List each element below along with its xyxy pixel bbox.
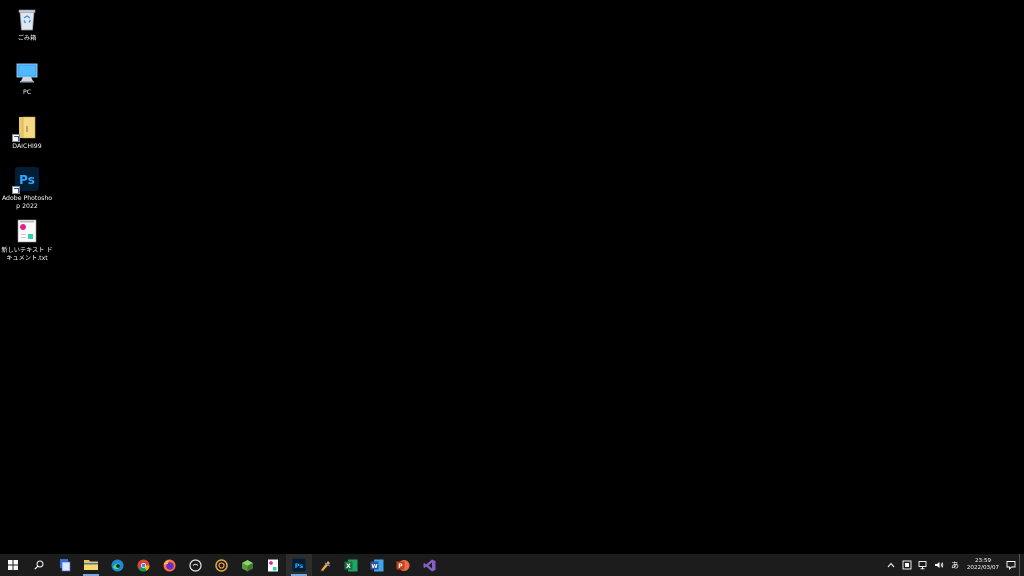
edge-browser-icon	[111, 559, 123, 571]
ime-mode-button[interactable]: あ	[947, 554, 963, 576]
start-button[interactable]	[0, 554, 26, 576]
volume-icon	[935, 562, 944, 568]
taskbar-file-explorer[interactable]	[78, 554, 104, 576]
clock-date: 2022/03/07	[966, 565, 1000, 571]
search-button[interactable]	[26, 554, 52, 576]
desktop-icon-label: PC	[22, 89, 32, 96]
powerpoint-logo-text: P	[398, 563, 403, 570]
volume-button[interactable]	[931, 554, 947, 576]
desktop-icon-daichi99[interactable]: DAICHI99	[0, 110, 54, 151]
taskbar: Ps X W P あ 23:59 2022/03/07	[0, 554, 1024, 576]
photoshop-icon: Ps	[292, 558, 306, 572]
document-app-icon	[268, 559, 278, 571]
taskbar-edge[interactable]	[104, 554, 130, 576]
taskbar-word[interactable]: W	[364, 554, 390, 576]
firefox-browser-icon	[163, 559, 175, 571]
network-icon	[918, 561, 927, 570]
text-document-icon	[14, 218, 40, 244]
taskbar-ring-app[interactable]	[208, 554, 234, 576]
photoshop-shortcut-icon: Ps	[12, 166, 40, 194]
excel-icon: X	[344, 559, 358, 571]
cube-app-icon	[241, 559, 253, 571]
folder-shortcut-icon	[12, 114, 40, 142]
taskbar-app-generic[interactable]	[52, 554, 78, 576]
chevron-up-icon	[887, 562, 895, 568]
taskbar-circle-app[interactable]	[182, 554, 208, 576]
clock-time: 23:59	[974, 558, 992, 564]
visual-studio-icon	[423, 559, 435, 571]
powerpoint-icon: P	[396, 559, 410, 571]
taskbar-excel[interactable]: X	[338, 554, 364, 576]
desktop-icon-label: DAICHI99	[12, 143, 42, 150]
desktop-icon-label: 新しいテキスト ドキュメント.txt	[1, 247, 53, 262]
desktop-icon-label: Adobe Photoshop 2022	[1, 195, 53, 210]
word-logo-text: W	[371, 564, 377, 570]
network-button[interactable]	[915, 554, 931, 576]
system-tray: あ 23:59 2022/03/07	[883, 554, 1024, 576]
show-hidden-icons-button[interactable]	[883, 554, 899, 576]
notification-icon	[1006, 561, 1016, 570]
taskbar-chrome[interactable]	[130, 554, 156, 576]
taskbar-firefox[interactable]	[156, 554, 182, 576]
notification-button[interactable]	[1003, 554, 1019, 576]
chrome-browser-icon	[137, 559, 149, 572]
search-icon	[34, 560, 44, 570]
taskbar-cube-app[interactable]	[234, 554, 260, 576]
app-generic-icon	[60, 559, 71, 572]
shortcut-arrow-icon	[12, 134, 20, 142]
taskbar-document-app[interactable]	[260, 554, 286, 576]
taskbar-powerpoint[interactable]: P	[390, 554, 416, 576]
shortcut-arrow-icon	[12, 186, 20, 194]
clock-button[interactable]: 23:59 2022/03/07	[963, 554, 1003, 576]
tray-app-icon	[902, 560, 912, 570]
recycle-bin-icon	[14, 6, 40, 32]
desktop-icon-text-document[interactable]: 新しいテキスト ドキュメント.txt	[0, 214, 54, 262]
taskbar-pen-tool[interactable]	[312, 554, 338, 576]
taskbar-visual-studio[interactable]	[416, 554, 442, 576]
desktop-icon-photoshop[interactable]: Ps Adobe Photoshop 2022	[0, 162, 54, 210]
taskbar-photoshop[interactable]: Ps	[286, 554, 312, 576]
start-windows-icon	[8, 560, 18, 570]
tray-app-button[interactable]	[899, 554, 915, 576]
desktop-icon-recycle-bin[interactable]: ごみ箱	[0, 2, 54, 43]
excel-logo-text: X	[346, 563, 351, 570]
pc-monitor-icon	[14, 60, 40, 86]
file-explorer-icon	[84, 560, 98, 570]
show-desktop-button[interactable]	[1019, 554, 1024, 576]
photoshop-taskbar-text: Ps	[295, 562, 304, 570]
word-icon: W	[370, 559, 384, 571]
desktop-icon-pc[interactable]: PC	[0, 56, 54, 97]
circle-app-icon	[188, 558, 202, 572]
desktop-icon-label: ごみ箱	[17, 35, 37, 42]
ring-app-icon	[214, 558, 228, 572]
desktop: ごみ箱 PC DAICHI99 Ps Adobe Photoshop 2022 …	[0, 0, 1024, 554]
pen-tool-icon	[320, 560, 330, 571]
photoshop-logo-text: Ps	[19, 173, 35, 187]
